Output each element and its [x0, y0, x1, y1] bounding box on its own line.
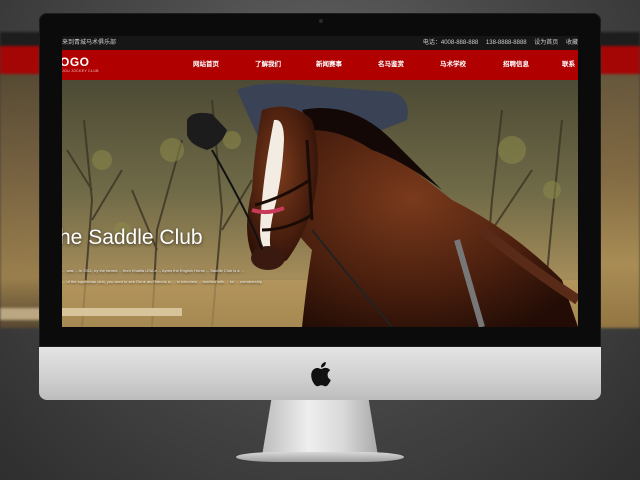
set-home-link[interactable]: 设为首页 [534, 40, 558, 46]
background-site-left [0, 32, 42, 328]
logo[interactable]: OGO [62, 55, 90, 69]
main-nav: OGO JOU JOCKEY CLUB 网站首页 了解我们 新闻赛事 名马鉴赏 … [62, 50, 578, 80]
hero-banner: he Saddle Club ... was ... in 2011, by t… [62, 80, 578, 327]
nav-news[interactable]: 新闻赛事 [316, 50, 342, 80]
hero-text-line: ... was ... in 2011, by the famed ... fr… [62, 268, 244, 273]
background-site-right [598, 32, 640, 328]
monitor-stand [262, 400, 378, 456]
hero-photo [62, 80, 578, 327]
contact-info: 电话：4008-888-888 138-8888-8888 设为首页 收藏 [417, 36, 578, 50]
apple-logo-icon [311, 362, 331, 387]
nav-home[interactable]: 网站首页 [193, 50, 219, 80]
phone-text: 电话：4008-888-888 [422, 40, 479, 46]
welcome-text: 来到青城马术俱乐部 [62, 40, 117, 46]
hero-text-line: ... of the equestrian club, you want to … [62, 279, 263, 284]
nav-school[interactable]: 马术学校 [440, 50, 466, 80]
nav-horses[interactable]: 名马鉴赏 [378, 50, 404, 80]
camera-icon [319, 19, 323, 23]
top-bar: 来到青城马术俱乐部 电话：4008-888-888 138-8888-8888 … [62, 36, 578, 50]
monitor-screen: 来到青城马术俱乐部 电话：4008-888-888 138-8888-8888 … [62, 36, 578, 327]
nav-contact[interactable]: 联系 [562, 50, 575, 80]
favorite-link[interactable]: 收藏 [566, 40, 578, 46]
nav-about[interactable]: 了解我们 [255, 50, 281, 80]
logo-subtitle: JOU JOCKEY CLUB [62, 69, 99, 73]
hero-title: he Saddle Club [62, 226, 203, 249]
monitor-stand-base [236, 452, 404, 462]
mobile-text: 138-8888-8888 [485, 40, 527, 46]
hero-description: ... was ... in 2011, by the famed ... fr… [62, 265, 322, 287]
nav-jobs[interactable]: 招聘信息 [503, 50, 529, 80]
